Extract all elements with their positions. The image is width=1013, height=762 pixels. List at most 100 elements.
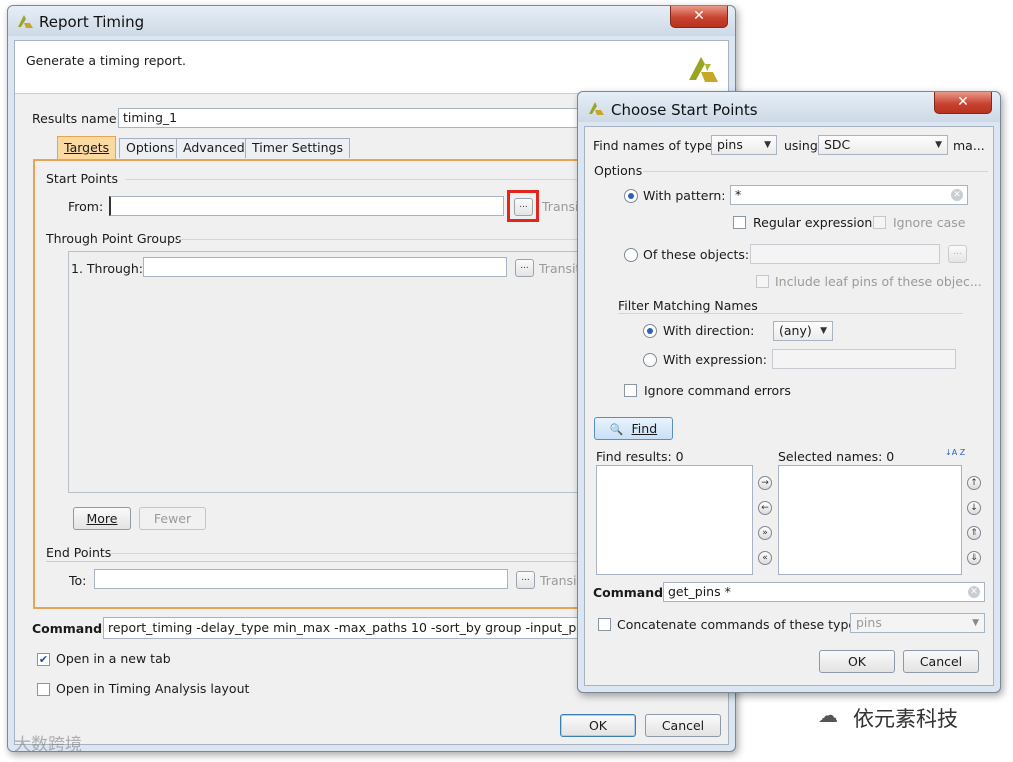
find-results-label: Find results: 0 (596, 449, 684, 464)
tab-targets[interactable]: Targets (57, 136, 117, 159)
include-leaf-pins-label: Include leaf pins of these objec... (775, 274, 982, 289)
dialog-title: Choose Start Points (611, 101, 758, 119)
watermark-left: 大数跨境 (14, 735, 82, 755)
choose-start-points-window: Choose Start Points ✕ Find names of type… (577, 91, 1001, 693)
report-timing-titlebar[interactable]: Report Timing ✕ (8, 6, 735, 36)
command-input[interactable]: report_timing -delay_type min_max -max_p… (103, 617, 583, 639)
ignore-case-label: Ignore case (893, 215, 966, 230)
concatenate-dropdown[interactable]: pins ▼ (850, 613, 985, 633)
trailing-label: ma... (953, 138, 985, 153)
dialog-close-button[interactable]: ✕ (934, 92, 992, 114)
results-name-input[interactable]: timing_1 (118, 108, 588, 128)
of-these-objects-label: Of these objects: (643, 247, 750, 262)
open-timing-layout-checkbox[interactable] (37, 683, 50, 696)
dialog-cancel-button[interactable]: Cancel (903, 650, 979, 673)
watermark-right: 依元素科技 (853, 707, 958, 731)
objects-browse-button[interactable]: ... (948, 245, 967, 263)
from-label: From: (68, 199, 104, 214)
move-top-icon[interactable]: ⇑ (967, 526, 981, 540)
with-expression-label: With expression: (663, 352, 767, 367)
open-timing-layout-label: Open in Timing Analysis layout (56, 681, 250, 696)
options-divider (643, 171, 988, 172)
end-points-box: To: ... Transiti (46, 561, 595, 592)
chevron-down-icon: ▼ (935, 140, 942, 150)
vivado-logo-icon (689, 57, 718, 82)
type-dropdown-value: pins (717, 137, 743, 152)
to-input[interactable] (94, 569, 508, 589)
with-direction-radio[interactable] (643, 324, 657, 338)
regular-expression-checkbox[interactable] (733, 216, 746, 229)
move-up-icon[interactable]: ↑ (967, 476, 981, 490)
concatenate-dropdown-value: pins (856, 615, 882, 630)
add-right-icon[interactable]: → (758, 476, 772, 490)
start-points-label: Start Points (46, 171, 119, 186)
add-all-right-icon[interactable]: » (758, 526, 772, 540)
tab-options[interactable]: Options (119, 138, 182, 158)
direction-dropdown-value: (any) (779, 323, 812, 338)
find-results-list[interactable] (596, 465, 753, 575)
vivado-logo-icon (589, 102, 604, 115)
remove-all-left-icon[interactable]: « (758, 551, 772, 565)
remove-left-icon[interactable]: ← (758, 501, 772, 515)
regular-expression-label: Regular expression (753, 215, 873, 230)
concatenate-checkbox[interactable] (598, 618, 611, 631)
choose-start-points-titlebar[interactable]: Choose Start Points ✕ (578, 92, 1000, 122)
move-down-icon[interactable]: ↓ (967, 501, 981, 515)
clear-icon[interactable]: ✕ (968, 586, 980, 598)
tab-timer-settings[interactable]: Timer Settings (245, 138, 350, 158)
end-points-label: End Points (46, 545, 112, 560)
include-leaf-pins-checkbox[interactable] (756, 275, 769, 288)
through-label: 1. Through: (71, 261, 143, 276)
find-names-label: Find names of type: (593, 138, 717, 153)
ok-button[interactable]: OK (560, 714, 636, 737)
find-button-label: Find (631, 421, 658, 436)
choose-start-points-client: Find names of type: pins ▼ using SDC ▼ m… (584, 126, 994, 686)
with-pattern-input[interactable]: * (730, 185, 968, 205)
through-groups-divider (178, 239, 595, 240)
with-pattern-label: With pattern: (643, 188, 726, 203)
direction-dropdown[interactable]: (any) ▼ (773, 321, 833, 341)
of-these-objects-input[interactable] (750, 244, 940, 264)
search-icon: 🔍 (609, 423, 624, 436)
open-new-tab-label: Open in a new tab (56, 651, 171, 666)
browse-button-highlight (507, 190, 539, 222)
more-button[interactable]: More (73, 507, 131, 530)
type-dropdown[interactable]: pins ▼ (711, 135, 777, 155)
find-button[interactable]: 🔍 Find (594, 417, 673, 440)
from-input[interactable] (109, 196, 504, 216)
with-expression-input[interactable] (772, 349, 956, 369)
selected-names-list[interactable] (778, 465, 962, 575)
ignore-errors-checkbox[interactable] (624, 384, 637, 397)
sort-icon[interactable]: ↓A Z (945, 448, 965, 457)
start-points-divider (125, 179, 595, 180)
window-title: Report Timing (39, 13, 145, 31)
results-name-label: Results name: (32, 111, 121, 126)
through-groups-label: Through Point Groups (46, 231, 182, 246)
chevron-down-icon: ▼ (972, 618, 979, 628)
through-input[interactable] (143, 257, 507, 277)
of-these-objects-radio[interactable] (624, 248, 638, 262)
end-points-divider (111, 553, 595, 554)
to-browse-button[interactable]: ... (516, 571, 535, 589)
close-button[interactable]: ✕ (670, 6, 728, 28)
concatenate-label: Concatenate commands of these types: (617, 617, 867, 632)
ignore-case-checkbox[interactable] (873, 216, 886, 229)
move-bottom-icon[interactable]: ⇓ (967, 551, 981, 565)
through-browse-button[interactable]: ... (515, 259, 534, 277)
with-pattern-radio[interactable] (624, 189, 638, 203)
dialog-command-input[interactable]: get_pins * (663, 582, 985, 602)
through-groups-list: 1. Through: ... Transiti (68, 251, 597, 493)
dialog-ok-button[interactable]: OK (819, 650, 895, 673)
ignore-errors-label: Ignore command errors (644, 383, 791, 398)
filter-matching-label: Filter Matching Names (618, 298, 758, 313)
with-expression-radio[interactable] (643, 353, 657, 367)
fewer-button[interactable]: Fewer (139, 507, 206, 530)
command-label: Command: (32, 621, 108, 636)
wechat-icon: ☁ (818, 703, 838, 727)
open-new-tab-checkbox[interactable]: ✔ (37, 653, 50, 666)
chevron-down-icon: ▼ (764, 140, 771, 150)
using-dropdown[interactable]: SDC ▼ (818, 135, 948, 155)
tab-advanced[interactable]: Advanced (176, 138, 252, 158)
clear-icon[interactable]: ✕ (951, 189, 963, 201)
cancel-button[interactable]: Cancel (645, 714, 721, 737)
